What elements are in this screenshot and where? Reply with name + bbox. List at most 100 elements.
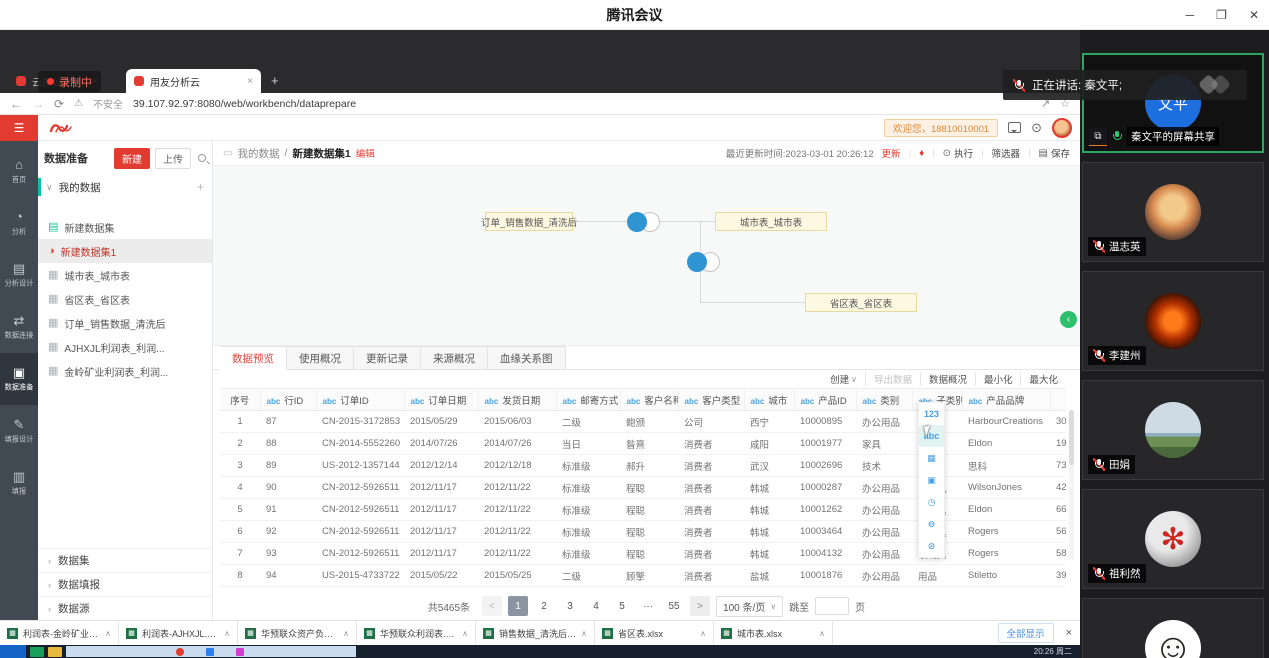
dataset-list-item[interactable]: ▦ AJHXJL利润表_利润... <box>38 335 212 359</box>
add-icon[interactable]: + <box>197 180 204 194</box>
minimize-icon[interactable]: ─ <box>1186 8 1195 22</box>
chevron-up-icon[interactable]: ∧ <box>343 629 349 638</box>
downloads-close-icon[interactable]: × <box>1066 627 1072 639</box>
page-number-button[interactable]: 4 <box>586 596 606 616</box>
download-file-chip[interactable]: ▦ 城市表.xlsx ∧ <box>714 621 833 646</box>
minimize-panel-button[interactable]: 最小化 <box>976 372 1022 386</box>
sharer-tile[interactable]: 文平 ⧉ 秦文平的屏幕共享 <box>1082 53 1264 153</box>
my-data-group[interactable]: ∨ 我的数据 + <box>38 175 212 199</box>
taskbar-window-buttons[interactable] <box>66 646 356 657</box>
new-tab-button[interactable]: + <box>271 73 279 88</box>
create-button[interactable]: 创建∨ <box>822 372 866 386</box>
panel-section[interactable]: › 数据源 <box>38 596 212 620</box>
sidebar-nav-item[interactable]: ◔ 分析 <box>0 197 38 249</box>
page-number-button[interactable]: 5 <box>612 596 632 616</box>
dataset-list-item[interactable]: ▦ 城市表_城市表 <box>38 263 212 287</box>
column-header[interactable]: abc产品品牌 <box>962 389 1050 411</box>
column-header[interactable]: abc产品ID <box>794 389 856 411</box>
new-dataset-button[interactable]: 新建 <box>114 148 150 169</box>
field-type-option[interactable]: ◷ <box>919 491 944 513</box>
help-icon[interactable]: ⊙ <box>1031 120 1042 136</box>
sidebar-nav-item[interactable]: ✎ 填报设计 <box>0 405 38 457</box>
preview-tab[interactable]: 血缘关系图 <box>488 346 566 370</box>
chevron-up-icon[interactable]: ∧ <box>224 629 230 638</box>
preview-tab[interactable]: 更新记录 <box>354 346 421 370</box>
taskbar-recorder-icon[interactable] <box>176 648 184 656</box>
column-header[interactable]: abc类别 <box>856 389 912 411</box>
dataset-list-item[interactable]: ▤ 新建数据集 <box>38 215 212 239</box>
download-file-chip[interactable]: ▦ 省区表.xlsx ∧ <box>595 621 714 646</box>
message-icon[interactable] <box>1008 122 1021 133</box>
participant-tile[interactable]: 祖利然 <box>1082 489 1264 589</box>
sidebar-nav-item[interactable]: ▤ 分析设计 <box>0 249 38 301</box>
save-button[interactable]: ▤保存 <box>1039 146 1070 160</box>
data-profile-button[interactable]: 数据概况 <box>921 372 976 386</box>
join-node-1[interactable] <box>627 212 647 232</box>
panel-section[interactable]: › 数据集 <box>38 548 212 572</box>
url-text[interactable]: 39.107.92.97:8080/web/workbench/dataprep… <box>133 98 1031 110</box>
refresh-link[interactable]: 更新 <box>882 146 901 160</box>
taskbar-app-icon[interactable] <box>236 648 244 656</box>
maximize-panel-button[interactable]: 最大化 <box>1021 372 1066 386</box>
field-type-option[interactable]: ▣ <box>919 469 944 491</box>
column-header[interactable]: abc发货日期 <box>478 389 556 411</box>
start-button[interactable] <box>0 645 26 658</box>
panel-section[interactable]: › 数据填报 <box>38 572 212 596</box>
chevron-up-icon[interactable]: ∧ <box>581 629 587 638</box>
sidebar-nav-item[interactable]: ⇄ 数据连接 <box>0 301 38 353</box>
prev-page-button[interactable]: < <box>482 596 502 616</box>
field-type-option[interactable]: ⊙ <box>919 535 944 557</box>
field-type-option[interactable]: 123 <box>919 403 944 425</box>
chevron-up-icon[interactable]: ∧ <box>462 629 468 638</box>
dataset-list-item[interactable]: ◑ 新建数据集1 <box>38 239 212 263</box>
forward-icon[interactable]: → <box>32 97 44 111</box>
preview-tab[interactable]: 来源概况 <box>421 346 488 370</box>
page-number-button[interactable]: 2 <box>534 596 554 616</box>
upload-button[interactable]: 上传 <box>155 148 191 169</box>
taskbar-app-icon[interactable] <box>206 648 214 656</box>
column-header[interactable]: abc城市 <box>744 389 794 411</box>
menu-icon[interactable]: ☰ <box>0 115 38 141</box>
refresh-icon[interactable]: ⟳ <box>54 97 64 111</box>
user-avatar[interactable] <box>1052 118 1072 138</box>
preview-tab[interactable]: 使用概况 <box>287 346 354 370</box>
chevron-up-icon[interactable]: ∧ <box>819 629 825 638</box>
flow-node-city[interactable]: 城市表_城市表 <box>715 212 827 231</box>
field-type-option[interactable]: abc <box>919 425 944 447</box>
page-number-button[interactable]: ··· <box>638 596 658 616</box>
column-header[interactable] <box>1050 389 1066 411</box>
pin-icon[interactable]: ♦ <box>919 148 924 159</box>
column-header[interactable]: abc订单日期 <box>404 389 478 411</box>
back-icon[interactable]: ← <box>10 97 22 111</box>
browser-tab-2[interactable]: 用友分析云 × <box>126 69 261 93</box>
search-icon[interactable] <box>198 154 206 162</box>
column-header[interactable]: abc客户类型 <box>678 389 744 411</box>
flow-node-province[interactable]: 省区表_省区表 <box>805 293 917 312</box>
column-header[interactable]: abc客户名称 <box>620 389 678 411</box>
column-header[interactable]: abc邮寄方式 <box>556 389 620 411</box>
feedback-button[interactable]: ‹ <box>1060 311 1077 328</box>
filter-button[interactable]: 筛选器 <box>992 146 1021 160</box>
preview-tab[interactable]: 数据预览 <box>220 346 287 370</box>
dataset-list-item[interactable]: ▦ 订单_销售数据_清洗后 <box>38 311 212 335</box>
tab2-close-icon[interactable]: × <box>247 76 253 87</box>
download-file-chip[interactable]: ▦ 利润表-AJHXJL.xlsx ∧ <box>119 621 238 646</box>
column-header[interactable]: abc订单ID <box>316 389 404 411</box>
show-all-button[interactable]: 全部显示 <box>998 623 1054 643</box>
sidebar-nav-item[interactable]: ⌂ 首页 <box>0 145 38 197</box>
column-header[interactable]: abc行ID <box>260 389 316 411</box>
taskbar-folder-icon[interactable] <box>48 647 62 657</box>
field-type-option[interactable]: ▦ <box>919 447 944 469</box>
chevron-up-icon[interactable]: ∧ <box>700 629 706 638</box>
security-label[interactable]: 不安全 <box>93 96 123 111</box>
maximize-icon[interactable]: ❐ <box>1216 8 1227 22</box>
run-button[interactable]: ⊙执行 <box>943 146 973 160</box>
page-number-button[interactable]: 1 <box>508 596 528 616</box>
download-file-chip[interactable]: ▦ 销售数据_清洗后.xlsx ∧ <box>476 621 595 646</box>
dataset-list-item[interactable]: ▦ 金岭矿业利润表_利润... <box>38 359 212 383</box>
next-page-button[interactable]: > <box>690 596 710 616</box>
jump-page-input[interactable] <box>815 597 849 615</box>
download-file-chip[interactable]: ▦ 华预联众利润表.xlsx ∧ <box>357 621 476 646</box>
download-file-chip[interactable]: ▦ 利润表-金岭矿业.xlsx ∧ <box>0 621 119 646</box>
table-scrollbar[interactable] <box>1069 410 1074 560</box>
